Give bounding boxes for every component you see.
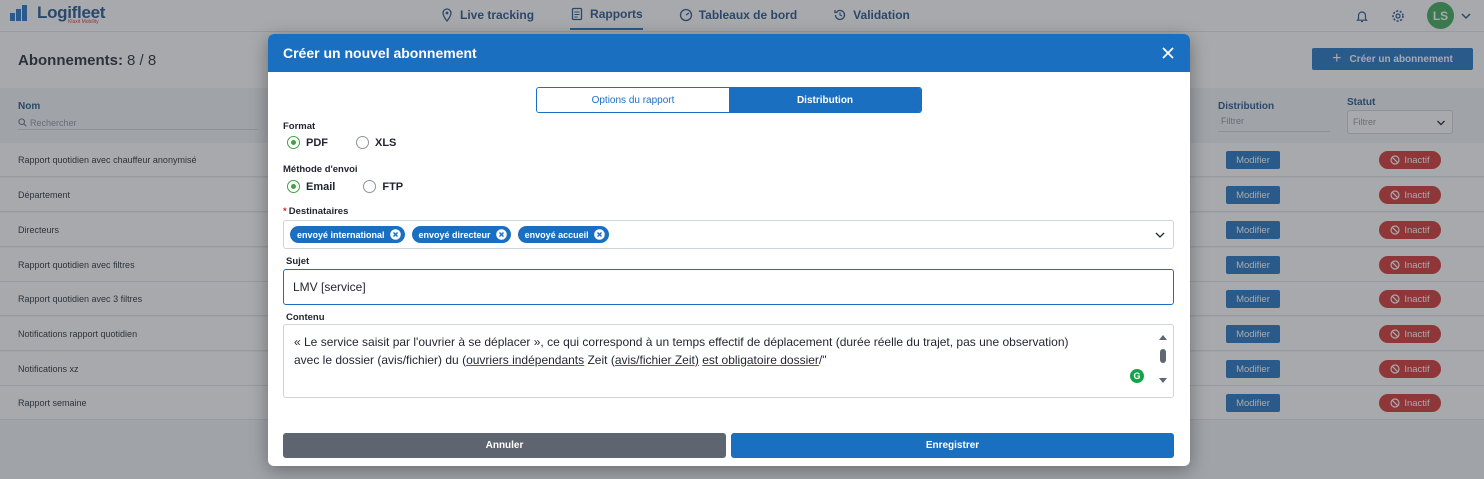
format-option-label: PDF	[306, 136, 328, 149]
content-line: « Le service saisit par l'ouvrier à se d…	[294, 335, 1069, 349]
tab-options-du-rapport[interactable]: Options du rapport	[537, 88, 729, 112]
chip-label: envoyé accueil	[524, 229, 589, 240]
recipients-multiselect[interactable]: envoyé international envoyé directeur en…	[283, 220, 1174, 249]
chevron-down-icon[interactable]	[1154, 229, 1166, 241]
send-method-radio-group: Email FTP	[287, 180, 425, 193]
content-text-underlined: est obligatoire dossier	[702, 353, 819, 367]
content-text: /"	[818, 353, 827, 367]
radio-selected-icon[interactable]	[287, 136, 300, 149]
content-textarea[interactable]: « Le service saisit par l'ouvrier à se d…	[283, 324, 1174, 398]
recipient-chip: envoyé directeur	[411, 226, 511, 243]
content-text: Zeit (	[584, 353, 615, 367]
radio-unselected-icon[interactable]	[363, 180, 377, 193]
scroll-up-arrow-icon[interactable]	[1159, 335, 1167, 340]
subject-label: Sujet	[286, 256, 310, 267]
remove-chip-icon[interactable]	[389, 229, 401, 240]
modal-tabs: Options du rapport Distribution	[536, 87, 922, 113]
format-option-xls[interactable]: XLS	[356, 136, 396, 149]
chip-label: envoyé international	[297, 229, 385, 240]
save-button[interactable]: Enregistrer	[731, 433, 1174, 458]
content-scrollbar[interactable]	[1159, 335, 1167, 383]
format-option-pdf[interactable]: PDF	[287, 136, 328, 149]
radio-unselected-icon[interactable]	[356, 136, 369, 149]
content-text-underlined: avis/fichier Zeit)	[614, 353, 699, 367]
content-line: avec le dossier (avis/fichier) du (ouvri…	[294, 351, 1145, 369]
modal-title: Créer un nouvel abonnement	[283, 45, 477, 61]
scroll-thumb[interactable]	[1160, 349, 1166, 363]
create-subscription-modal: Créer un nouvel abonnement Options du ra…	[268, 34, 1190, 466]
method-option-ftp[interactable]: FTP	[363, 180, 403, 193]
required-mark: *	[283, 206, 287, 217]
content-text-underlined: ouvriers indépendants	[466, 353, 585, 367]
remove-chip-icon[interactable]	[495, 229, 507, 240]
recipient-chip: envoyé international	[290, 226, 405, 243]
chip-label: envoyé directeur	[418, 229, 491, 240]
method-option-label: Email	[306, 180, 336, 193]
method-option-email[interactable]: Email	[287, 180, 335, 193]
radio-selected-icon[interactable]	[287, 180, 300, 193]
modal-header: Créer un nouvel abonnement	[268, 34, 1190, 72]
recipients-label-text: Destinataires	[288, 206, 349, 217]
scroll-down-arrow-icon[interactable]	[1159, 378, 1167, 383]
content-label: Contenu	[286, 312, 325, 323]
format-label: Format	[283, 121, 316, 132]
subject-input[interactable]: LMV [service]	[283, 269, 1174, 305]
grammar-assistant-icon[interactable]: G	[1130, 369, 1144, 383]
content-text: avec le dossier (avis/fichier) du (	[294, 353, 467, 367]
method-option-label: FTP	[382, 180, 404, 193]
cancel-button[interactable]: Annuler	[283, 433, 726, 458]
format-radio-group: PDF XLS	[287, 136, 418, 149]
close-icon[interactable]	[1160, 45, 1176, 61]
format-option-label: XLS	[375, 136, 397, 149]
tab-distribution[interactable]: Distribution	[729, 88, 921, 112]
recipients-label: * Destinataires	[283, 206, 348, 217]
recipient-chip: envoyé accueil	[517, 226, 609, 243]
send-method-label: Méthode d'envoi	[283, 164, 358, 175]
remove-chip-icon[interactable]	[593, 229, 605, 240]
